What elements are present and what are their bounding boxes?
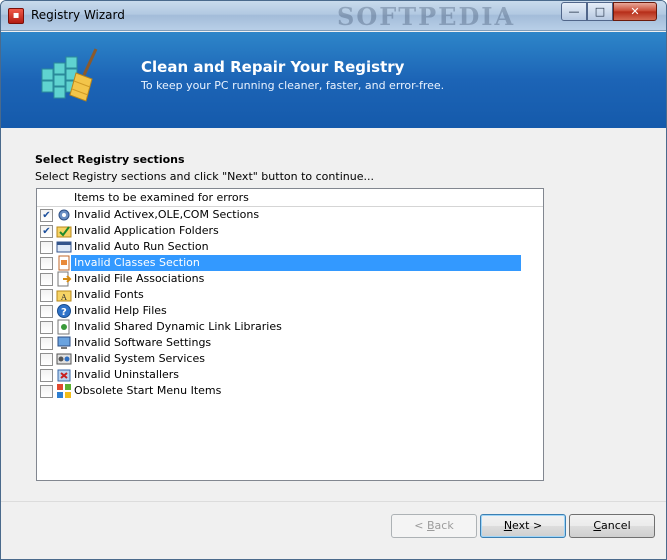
services-icon xyxy=(56,353,72,365)
item-checkbox[interactable] xyxy=(40,321,53,334)
registry-wizard-window: ▪ Registry Wizard SOFTPEDIA — □ ✕ Clean … xyxy=(0,0,667,560)
list-column-header-label: Items to be examined for errors xyxy=(74,191,249,204)
item-label: Invalid Uninstallers xyxy=(74,368,180,381)
registry-sections-list[interactable]: Items to be examined for errors ✔ Invalid… xyxy=(36,188,544,481)
cancel-button-accel: C xyxy=(593,519,602,532)
item-checkbox[interactable] xyxy=(40,289,53,302)
help-icon: ? xyxy=(57,304,71,318)
folder-check-icon xyxy=(56,226,72,238)
back-button-rest: ack xyxy=(434,519,454,532)
list-item[interactable]: ✔ Invalid Application Folders xyxy=(37,223,521,239)
item-label: Invalid File Associations xyxy=(74,272,205,285)
item-checkbox[interactable] xyxy=(40,257,53,270)
list-item[interactable]: A Invalid Fonts xyxy=(37,287,521,303)
item-label: Invalid Shared Dynamic Link Libraries xyxy=(74,320,282,333)
header-subtitle: To keep your PC running cleaner, faster,… xyxy=(141,79,445,92)
list-item[interactable]: Invalid Classes Section xyxy=(37,255,521,271)
back-button-accel: B xyxy=(427,519,435,532)
start-menu-icon xyxy=(57,384,71,398)
list-item[interactable]: Invalid System Services xyxy=(37,351,521,367)
file-arrow-icon xyxy=(57,271,72,287)
minimize-button[interactable]: — xyxy=(561,2,587,21)
back-button-prefix: < xyxy=(414,519,427,532)
item-checkbox[interactable] xyxy=(40,305,53,318)
item-label: Invalid Fonts xyxy=(74,288,144,301)
list-item[interactable]: Invalid File Associations xyxy=(37,271,521,287)
item-label: Invalid Classes Section xyxy=(74,256,200,269)
registry-cubes-broom-icon xyxy=(41,48,98,102)
list-item[interactable]: Invalid Shared Dynamic Link Libraries xyxy=(37,319,521,335)
item-label: Invalid Software Settings xyxy=(74,336,212,349)
window-title: Registry Wizard xyxy=(31,8,125,22)
section-instruction: Select Registry sections and click "Next… xyxy=(35,170,374,183)
uninstall-icon xyxy=(57,369,71,382)
library-icon xyxy=(57,319,70,335)
document-icon xyxy=(58,255,70,271)
next-button-rest: ext > xyxy=(512,519,543,532)
software-icon xyxy=(57,336,71,349)
section-title: Select Registry sections xyxy=(35,153,185,166)
svg-text:?: ? xyxy=(61,307,67,318)
cancel-button-rest: ancel xyxy=(601,519,631,532)
list-item[interactable]: Obsolete Start Menu Items xyxy=(37,383,521,399)
title-bar[interactable]: ▪ Registry Wizard SOFTPEDIA — □ ✕ xyxy=(1,1,666,31)
close-button[interactable]: ✕ xyxy=(613,2,657,21)
item-checkbox[interactable]: ✔ xyxy=(40,225,53,238)
footer-divider xyxy=(1,501,666,502)
main-panel: Select Registry sections Select Registry… xyxy=(1,128,666,501)
item-label: Invalid Auto Run Section xyxy=(74,240,209,253)
item-label: Obsolete Start Menu Items xyxy=(74,384,222,397)
item-label: Invalid Activex,OLE,COM Sections xyxy=(74,208,260,221)
item-checkbox[interactable]: ✔ xyxy=(40,209,53,222)
list-item[interactable]: ? Invalid Help Files xyxy=(37,303,521,319)
list-item[interactable]: Invalid Uninstallers xyxy=(37,367,521,383)
back-button[interactable]: < Back xyxy=(391,514,477,538)
maximize-button[interactable]: □ xyxy=(587,2,613,21)
item-label: Invalid Help Files xyxy=(74,304,167,317)
cancel-button[interactable]: Cancel xyxy=(569,514,655,538)
next-button-accel: N xyxy=(503,519,513,532)
item-checkbox[interactable] xyxy=(40,385,53,398)
item-label: Invalid System Services xyxy=(74,352,205,365)
window-icon xyxy=(56,241,72,253)
header-title: Clean and Repair Your Registry xyxy=(141,58,405,76)
item-label: Invalid Application Folders xyxy=(74,224,219,237)
item-checkbox[interactable] xyxy=(40,353,53,366)
svg-text:A: A xyxy=(60,293,67,302)
list-item[interactable]: ✔ Invalid Activex,OLE,COM Sections xyxy=(37,207,521,223)
font-folder-icon: A xyxy=(56,290,72,302)
watermark: SOFTPEDIA xyxy=(337,2,516,31)
next-button[interactable]: Next > xyxy=(480,514,566,538)
list-column-header[interactable]: Items to be examined for errors xyxy=(37,189,543,207)
gear-icon xyxy=(58,209,70,221)
list-item[interactable]: Invalid Auto Run Section xyxy=(37,239,521,255)
item-checkbox[interactable] xyxy=(40,369,53,382)
app-icon: ▪ xyxy=(8,8,24,24)
item-checkbox[interactable] xyxy=(40,337,53,350)
list-item[interactable]: Invalid Software Settings xyxy=(37,335,521,351)
item-checkbox[interactable] xyxy=(40,241,53,254)
header-banner: Clean and Repair Your Registry To keep y… xyxy=(1,32,666,128)
item-checkbox[interactable] xyxy=(40,273,53,286)
